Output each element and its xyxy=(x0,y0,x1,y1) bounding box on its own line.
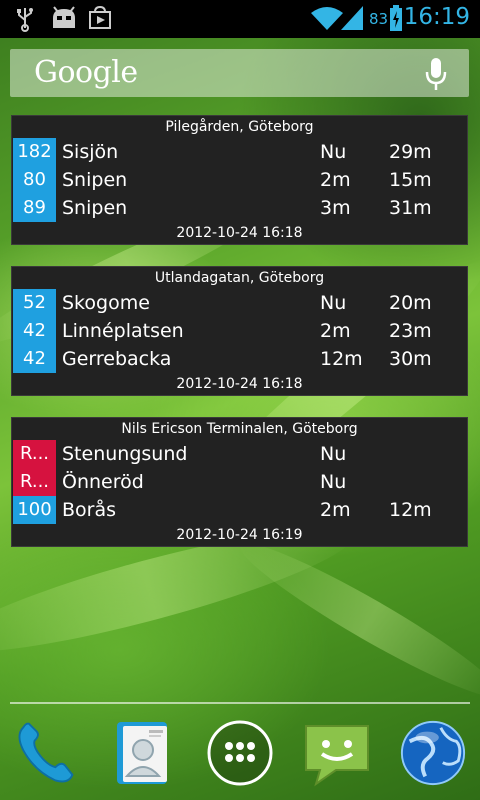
following-departure: 29m xyxy=(389,141,432,163)
play-store-icon xyxy=(89,6,111,29)
wallpaper-highlight xyxy=(230,527,480,713)
usb-icon xyxy=(17,8,33,32)
following-departure: 23m xyxy=(389,320,432,342)
mic-icon[interactable] xyxy=(425,57,447,91)
departure-widget[interactable]: Pilegården, Göteborg 182 Sisjön Nu 29m 8… xyxy=(11,115,468,245)
line-badge: 100 xyxy=(13,496,56,524)
following-departure: 20m xyxy=(389,292,432,314)
departure-row[interactable]: 182 Sisjön Nu 29m xyxy=(12,138,467,166)
destination: Snipen xyxy=(62,169,128,191)
departure-row[interactable]: 100 Borås 2m 12m xyxy=(12,496,467,524)
next-departure: 12m xyxy=(320,348,363,370)
following-departure: 12m xyxy=(389,499,432,521)
browser-globe-icon[interactable] xyxy=(398,718,468,788)
signal-icon xyxy=(341,6,363,30)
destination: Önneröd xyxy=(62,471,144,493)
android-debug-icon xyxy=(53,6,75,28)
destination: Stenungsund xyxy=(62,443,188,465)
line-badge: 182 xyxy=(13,138,56,166)
destination: Borås xyxy=(62,499,117,521)
stop-name: Utlandagatan, Göteborg xyxy=(154,270,325,286)
destination: Snipen xyxy=(62,197,128,219)
following-departure: 30m xyxy=(389,348,432,370)
next-departure: Nu xyxy=(320,141,347,163)
departure-row[interactable]: 42 Gerrebacka 12m 30m xyxy=(12,345,467,373)
app-drawer-icon[interactable] xyxy=(205,718,275,788)
departure-widget[interactable]: Nils Ericson Terminalen, Göteborg R... S… xyxy=(11,417,468,547)
contacts-icon[interactable] xyxy=(108,718,178,788)
departure-row[interactable]: R... Stenungsund Nu xyxy=(12,440,467,468)
stop-name: Pilegården, Göteborg xyxy=(165,119,314,135)
updated-timestamp: 2012-10-24 16:18 xyxy=(176,225,303,241)
updated-timestamp: 2012-10-24 16:19 xyxy=(176,527,303,543)
battery-percent: 83 xyxy=(369,10,389,28)
next-departure: Nu xyxy=(320,471,347,493)
line-badge: R... xyxy=(13,468,56,496)
next-departure: Nu xyxy=(320,443,347,465)
messaging-icon[interactable] xyxy=(302,718,372,788)
line-badge: 52 xyxy=(13,289,56,317)
departure-row[interactable]: R... Önneröd Nu xyxy=(12,468,467,496)
next-departure: Nu xyxy=(320,292,347,314)
departure-row[interactable]: 80 Snipen 2m 15m xyxy=(12,166,467,194)
clock: 16:19 xyxy=(403,4,470,30)
wifi-icon xyxy=(311,7,343,30)
departure-row[interactable]: 89 Snipen 3m 31m xyxy=(12,194,467,222)
line-badge: 89 xyxy=(13,194,56,222)
line-badge: R... xyxy=(13,440,56,468)
departure-widget[interactable]: Utlandagatan, Göteborg 52 Skogome Nu 20m… xyxy=(11,266,468,396)
updated-timestamp: 2012-10-24 16:18 xyxy=(176,376,303,392)
following-departure: 15m xyxy=(389,169,432,191)
line-badge: 42 xyxy=(13,345,56,373)
stop-name: Nils Ericson Terminalen, Göteborg xyxy=(121,421,358,437)
destination: Skogome xyxy=(62,292,150,314)
line-badge: 42 xyxy=(13,317,56,345)
destination: Sisjön xyxy=(62,141,119,163)
line-badge: 80 xyxy=(13,166,56,194)
destination: Linnéplatsen xyxy=(62,320,184,342)
next-departure: 2m xyxy=(320,499,351,521)
battery-charging-icon xyxy=(390,5,402,31)
departure-row[interactable]: 42 Linnéplatsen 2m 23m xyxy=(12,317,467,345)
following-departure: 31m xyxy=(389,197,432,219)
destination: Gerrebacka xyxy=(62,348,172,370)
status-bar: 83 16:19 xyxy=(0,0,480,38)
departure-row[interactable]: 52 Skogome Nu 20m xyxy=(12,289,467,317)
next-departure: 3m xyxy=(320,197,351,219)
google-search-bar[interactable]: Google xyxy=(10,49,469,97)
dock-divider xyxy=(10,702,470,704)
phone-icon[interactable] xyxy=(10,718,80,788)
next-departure: 2m xyxy=(320,169,351,191)
next-departure: 2m xyxy=(320,320,351,342)
google-logo: Google xyxy=(34,55,138,90)
